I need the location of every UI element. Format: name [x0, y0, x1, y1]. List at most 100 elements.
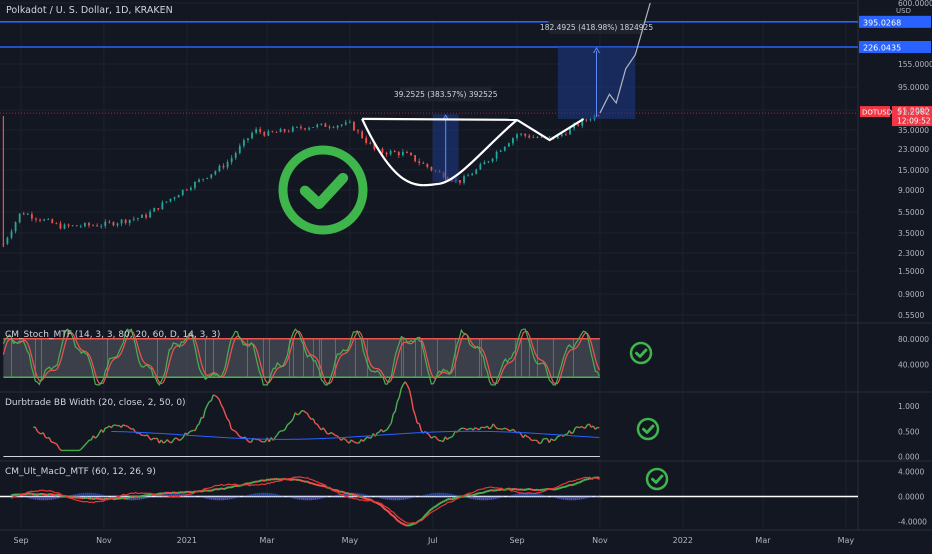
bb-width-segment	[221, 405, 223, 409]
macd-histogram-bar	[453, 494, 455, 496]
bb-width-segment	[411, 398, 413, 410]
candle-body	[349, 122, 351, 123]
time-tick-label: May	[342, 536, 359, 545]
bb-width-pane	[3, 382, 600, 457]
macd-histogram-bar	[57, 497, 59, 499]
bb-width-segment	[127, 426, 129, 428]
candle-body	[288, 131, 290, 132]
bb-width-segment	[179, 439, 181, 440]
macd-histogram-bar	[427, 494, 429, 496]
macd-histogram-bar	[47, 497, 49, 501]
candle-body	[129, 220, 131, 223]
bb-width-segment	[595, 427, 597, 429]
symbol-title[interactable]: Polkadot / U. S. Dollar, 1D, KRAKEN	[6, 5, 173, 16]
macd-line-segment	[580, 481, 582, 482]
stoch-title[interactable]: CM_Stoch_MTF (14, 3, 3, 80, 20, 60, D, 1…	[5, 330, 220, 340]
macd-line-segment	[172, 492, 174, 493]
bbwidth-tick-label: 0.000	[898, 452, 920, 461]
trading-chart[interactable]: 395.0268226.0435DOTUSD51.298212:09:5239.…	[0, 0, 932, 550]
candle-body	[227, 162, 229, 167]
macd-histogram-bar	[45, 497, 47, 501]
macd-histogram-bar	[479, 497, 481, 501]
macd-histogram-bar	[49, 497, 51, 500]
bb-width-segment	[389, 423, 391, 426]
bb-width-segment	[313, 419, 315, 424]
bb-width-segment	[525, 435, 527, 437]
macd-line-segment	[404, 524, 406, 525]
bb-width-segment	[407, 385, 409, 389]
candle-body	[219, 166, 221, 171]
bb-width-segment	[315, 424, 317, 425]
price-tick-label: 55.0000	[898, 106, 929, 115]
macd-histogram-bar	[309, 497, 311, 501]
macd-histogram-bar	[425, 495, 427, 497]
macd-line-segment	[582, 480, 584, 481]
candle-body	[247, 138, 249, 140]
bb-width-segment	[85, 442, 87, 444]
macd-histogram-bar	[455, 495, 457, 497]
macd-histogram-bar	[599, 495, 601, 497]
macd-histogram-bar	[269, 493, 271, 496]
bb-width-segment	[283, 429, 285, 430]
macd-histogram-bar	[249, 495, 251, 497]
bb-width-segment	[289, 422, 291, 424]
candle-body	[394, 151, 396, 152]
bb-width-segment	[59, 449, 61, 451]
candle-body	[235, 153, 237, 158]
macd-histogram-bar	[33, 497, 35, 500]
macd-line-segment	[386, 510, 388, 511]
candle-body	[15, 222, 17, 231]
macd-title[interactable]: CM_Ult_MacD_MTF (60, 12, 26, 9)	[5, 467, 156, 477]
chart-canvas[interactable]: 395.0268226.0435DOTUSD51.298212:09:5239.…	[0, 0, 932, 550]
macd-line-segment	[394, 516, 396, 518]
bb-width-segment	[479, 427, 481, 430]
macd-histogram-bar	[327, 497, 329, 498]
candle-body	[496, 152, 498, 159]
macd-line-segment	[396, 518, 398, 520]
macd-histogram-bar	[281, 495, 283, 496]
macd-histogram-bar	[227, 497, 229, 500]
macd-line-segment	[530, 489, 532, 490]
bbwidth-title[interactable]: Durbtrade BB Width (20, close, 2, 50, 0)	[5, 398, 186, 408]
macd-histogram-bar	[473, 497, 475, 500]
macd-line-segment	[144, 495, 146, 496]
time-tick-label: Mar	[755, 536, 771, 545]
macd-histogram-bar	[467, 497, 469, 498]
macd-line-segment	[348, 493, 350, 494]
macd-line-segment	[134, 496, 136, 497]
macd-histogram-bar	[567, 497, 569, 501]
bb-width-segment	[507, 429, 509, 430]
macd-line-segment	[440, 502, 442, 503]
candle-body	[418, 161, 420, 163]
bb-width-segment	[393, 411, 395, 413]
bb-width-segment	[197, 424, 199, 426]
candle-body	[239, 146, 241, 153]
bb-width-segment	[413, 409, 415, 415]
bb-width-segment	[329, 433, 331, 434]
candle-body	[537, 137, 539, 138]
macd-line-segment	[224, 489, 226, 490]
candle-body	[402, 152, 404, 155]
macd-histogram-bar	[297, 497, 299, 500]
candle-body	[68, 225, 70, 226]
candle-body	[361, 131, 363, 138]
macd-line-segment	[226, 488, 228, 489]
macd-histogram-bar	[265, 493, 267, 497]
bb-width-segment	[247, 440, 249, 442]
bb-width-segment	[363, 439, 365, 441]
macd-histogram-bar	[319, 497, 321, 500]
macd-histogram-bar	[273, 494, 275, 497]
bb-width-segment	[381, 429, 383, 431]
macd-histogram-bar	[231, 497, 233, 500]
bb-width-segment	[293, 413, 295, 419]
macd-histogram-bar	[147, 497, 149, 499]
macd-histogram-bar	[565, 497, 567, 500]
macd-histogram-bar	[545, 495, 547, 496]
macd-histogram-bar	[35, 497, 37, 500]
candle-body	[500, 151, 502, 152]
macd-histogram-bar	[563, 497, 565, 500]
bb-width-segment	[189, 431, 191, 432]
macd-histogram-bar	[579, 497, 581, 500]
macd-histogram-bar	[39, 497, 41, 501]
macd-histogram-bar	[391, 497, 393, 501]
